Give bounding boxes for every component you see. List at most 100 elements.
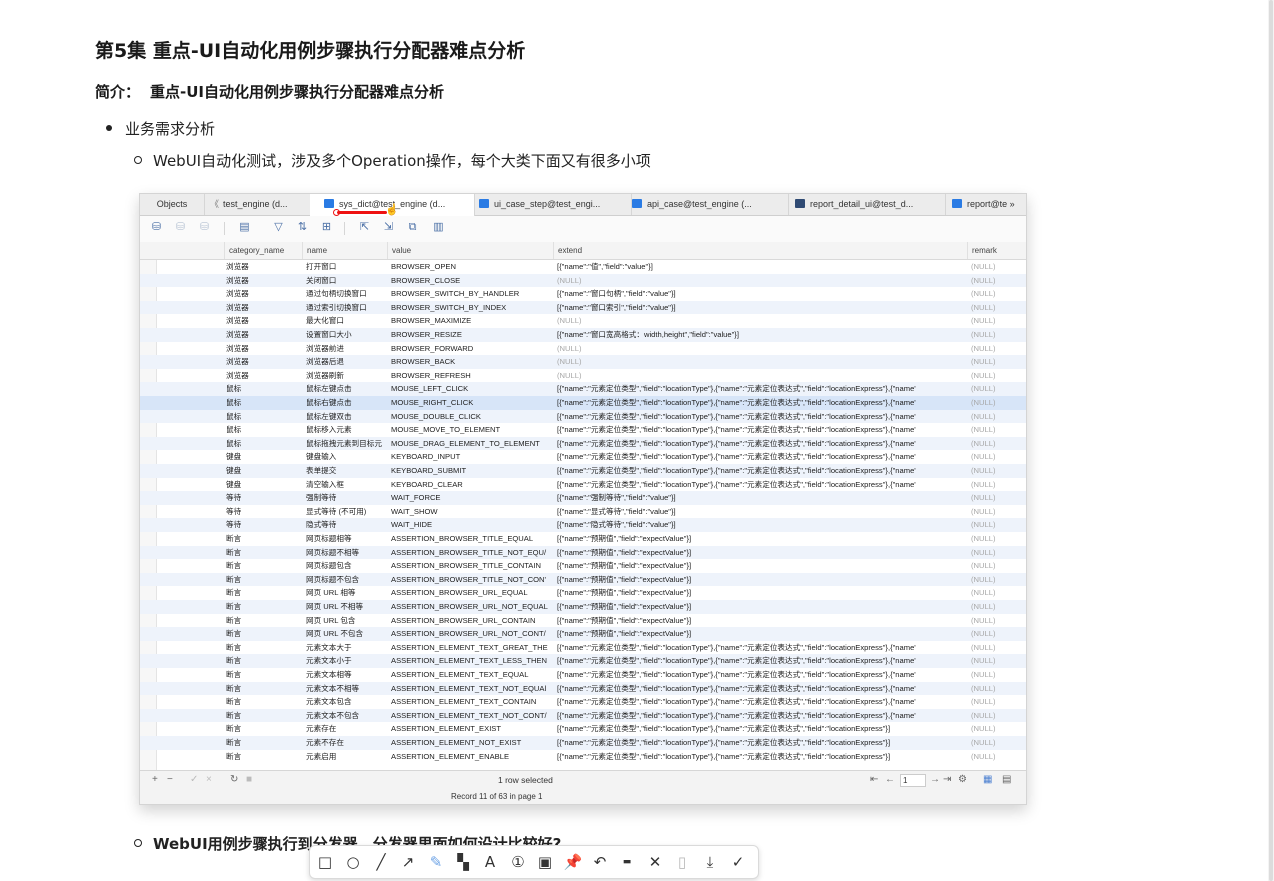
- table-cell[interactable]: [{"name":"窗口宽高格式：width,height","field":"…: [557, 328, 963, 342]
- page-number-input[interactable]: 1: [900, 774, 926, 787]
- table-cell[interactable]: 等待: [226, 518, 300, 532]
- table-cell[interactable]: 断言: [226, 627, 300, 641]
- table-cell[interactable]: [{"name":"预期值","field":"expectValue"}]: [557, 559, 963, 573]
- db-delete-icon[interactable]: ⛁: [198, 221, 211, 234]
- table-cell[interactable]: ASSERTION_BROWSER_URL_NOT_CONT/: [391, 627, 551, 641]
- table-cell[interactable]: [{"name":"预期值","field":"expectValue"}]: [557, 600, 963, 614]
- table-cell[interactable]: 断言: [226, 682, 300, 696]
- table-cell[interactable]: 断言: [226, 736, 300, 750]
- db-add-icon[interactable]: ⛁: [174, 221, 187, 234]
- table-cell[interactable]: 清空输入框: [306, 478, 386, 492]
- table-cell[interactable]: BROWSER_SWITCH_BY_HANDLER: [391, 287, 551, 301]
- tab-report-detail-ui[interactable]: report_detail_ui@test_d...: [771, 194, 946, 215]
- table-cell[interactable]: [{"name":"元素定位类型","field":"locationType"…: [557, 410, 963, 424]
- table-cell[interactable]: (NULL): [971, 586, 1026, 600]
- table-cell[interactable]: BROWSER_FORWARD: [391, 342, 551, 356]
- table-cell[interactable]: 浏览器刷新: [306, 369, 386, 383]
- table-cell[interactable]: [{"name":"元素定位类型","field":"locationType"…: [557, 396, 963, 410]
- table-cell[interactable]: (NULL): [971, 627, 1026, 641]
- table-cell[interactable]: MOUSE_DRAG_ELEMENT_TO_ELEMENT: [391, 437, 551, 451]
- table-cell[interactable]: [{"name":"元素定位类型","field":"locationType"…: [557, 668, 963, 682]
- table-cell[interactable]: (NULL): [971, 369, 1026, 383]
- table-cell[interactable]: ASSERTION_BROWSER_TITLE_NOT_CON': [391, 573, 551, 587]
- table-cell[interactable]: 网页标题不包含: [306, 573, 386, 587]
- line-icon[interactable]: ╱: [371, 852, 391, 872]
- page-scrollbar-thumb[interactable]: [1269, 0, 1273, 881]
- table-cell[interactable]: [{"name":"预期值","field":"expectValue"}]: [557, 532, 963, 546]
- table-cell[interactable]: (NULL): [971, 546, 1026, 560]
- table-cell[interactable]: 鼠标移入元素: [306, 423, 386, 437]
- form-mode-icon[interactable]: ▤: [1002, 774, 1011, 785]
- table-row[interactable]: 浏览器 浏览器后退 BROWSER_BACK (NULL) (NULL): [140, 355, 1026, 369]
- table-cell[interactable]: (NULL): [971, 709, 1026, 723]
- refresh-icon[interactable]: ↻: [230, 774, 238, 785]
- next-page-icon[interactable]: →: [930, 774, 940, 785]
- table-row[interactable]: 断言 元素不存在 ASSERTION_ELEMENT_NOT_EXIST [{"nam…: [140, 736, 1026, 750]
- clipboard-icon[interactable]: ▯: [672, 852, 692, 872]
- table-row[interactable]: 浏览器 打开窗口 BROWSER_OPEN [{"name":"值","field":…: [140, 260, 1026, 274]
- table-cell[interactable]: ASSERTION_ELEMENT_TEXT_CONTAIN: [391, 695, 551, 709]
- table-cell[interactable]: [{"name":"元素定位类型","field":"locationType"…: [557, 654, 963, 668]
- table-cell[interactable]: MOUSE_RIGHT_CLICK: [391, 396, 551, 410]
- tab-api-case[interactable]: api_case@test_engine (...: [614, 194, 789, 215]
- table-cell[interactable]: MOUSE_DOUBLE_CLICK: [391, 410, 551, 424]
- table-cell[interactable]: ASSERTION_ELEMENT_TEXT_NOT_EQUAl: [391, 682, 551, 696]
- table-cell[interactable]: (NULL): [557, 342, 963, 356]
- chart-icon[interactable]: ▥: [432, 221, 445, 234]
- table-cell[interactable]: 断言: [226, 586, 300, 600]
- table-cell[interactable]: 鼠标: [226, 410, 300, 424]
- tab-test-engine[interactable]: 《 test_engine (d...: [205, 194, 315, 215]
- table-cell[interactable]: (NULL): [971, 505, 1026, 519]
- table-cell[interactable]: [{"name":"预期值","field":"expectValue"}]: [557, 627, 963, 641]
- table-cell[interactable]: (NULL): [971, 355, 1026, 369]
- table-cell[interactable]: [{"name":"预期值","field":"expectValue"}]: [557, 546, 963, 560]
- table-cell[interactable]: 键盘输入: [306, 450, 386, 464]
- table-cell[interactable]: [{"name":"窗口索引","field":"value"}]: [557, 301, 963, 315]
- table-cell[interactable]: BROWSER_RESIZE: [391, 328, 551, 342]
- page-scrollbar[interactable]: [1268, 0, 1274, 881]
- table-cell[interactable]: 断言: [226, 600, 300, 614]
- table-cell[interactable]: (NULL): [557, 314, 963, 328]
- table-cell[interactable]: BROWSER_OPEN: [391, 260, 551, 274]
- table-cell[interactable]: 通过句柄切换窗口: [306, 287, 386, 301]
- table-cell[interactable]: 断言: [226, 750, 300, 764]
- pin-icon[interactable]: 📌: [563, 852, 583, 872]
- table-cell[interactable]: (NULL): [557, 369, 963, 383]
- table-row[interactable]: 等待 强制等待 WAIT_FORCE [{"name":"强制等待","field":…: [140, 491, 1026, 505]
- tab-objects[interactable]: Objects: [140, 194, 205, 215]
- table-row[interactable]: 断言 网页标题包含 ASSERTION_BROWSER_TITLE_CONTAIN […: [140, 559, 1026, 573]
- table-cell[interactable]: 浏览器: [226, 287, 300, 301]
- table-cell[interactable]: (NULL): [971, 396, 1026, 410]
- table-cell[interactable]: BROWSER_MAXIMIZE: [391, 314, 551, 328]
- text-icon[interactable]: A: [480, 852, 500, 872]
- table-cell[interactable]: BROWSER_SWITCH_BY_INDEX: [391, 301, 551, 315]
- table-cell[interactable]: 鼠标右键点击: [306, 396, 386, 410]
- table-row[interactable]: 断言 网页标题不包含 ASSERTION_BROWSER_TITLE_NOT_CON…: [140, 572, 1026, 587]
- table-cell[interactable]: ASSERTION_ELEMENT_EXIST: [391, 722, 551, 736]
- first-page-icon[interactable]: ⇤: [870, 774, 878, 785]
- table-cell[interactable]: (NULL): [971, 464, 1026, 478]
- table-cell[interactable]: MOUSE_MOVE_TO_ELEMENT: [391, 423, 551, 437]
- table-cell[interactable]: [{"name":"隐式等待","field":"value"}]: [557, 518, 963, 532]
- table-cell[interactable]: 浏览器: [226, 342, 300, 356]
- column-header[interactable]: category_name: [224, 242, 305, 259]
- table-cell[interactable]: (NULL): [971, 287, 1026, 301]
- table-cell[interactable]: 断言: [226, 668, 300, 682]
- table-cell[interactable]: 断言: [226, 573, 300, 587]
- table-row[interactable]: 断言 元素文本大于 ASSERTION_ELEMENT_TEXT_GREAT_THE…: [140, 641, 1026, 655]
- table-cell[interactable]: (NULL): [971, 532, 1026, 546]
- table-row[interactable]: 断言 网页 URL 不相等 ASSERTION_BROWSER_URL_NOT_EQ…: [140, 600, 1026, 614]
- table-row[interactable]: 断言 网页标题不相等 ASSERTION_BROWSER_TITLE_NOT_EQU…: [140, 545, 1026, 560]
- table-cell[interactable]: (NULL): [971, 668, 1026, 682]
- table-cell[interactable]: ASSERTION_ELEMENT_TEXT_GREAT_THE: [391, 641, 551, 655]
- table-cell[interactable]: 隐式等待: [306, 518, 386, 532]
- table-cell[interactable]: ASSERTION_BROWSER_TITLE_EQUAL: [391, 532, 551, 546]
- table-cell[interactable]: 关闭窗口: [306, 274, 386, 288]
- export-file-icon[interactable]: ⇲: [382, 221, 395, 234]
- table-cell[interactable]: (NULL): [971, 410, 1026, 424]
- table-row[interactable]: 断言 网页标题相等 ASSERTION_BROWSER_TITLE_EQUAL [{"…: [140, 532, 1026, 546]
- table-cell[interactable]: (NULL): [971, 260, 1026, 274]
- table-cell[interactable]: 强制等待: [306, 491, 386, 505]
- table-cell[interactable]: 断言: [226, 695, 300, 709]
- table-row[interactable]: 浏览器 最大化窗口 BROWSER_MAXIMIZE (NULL) (NULL): [140, 314, 1026, 328]
